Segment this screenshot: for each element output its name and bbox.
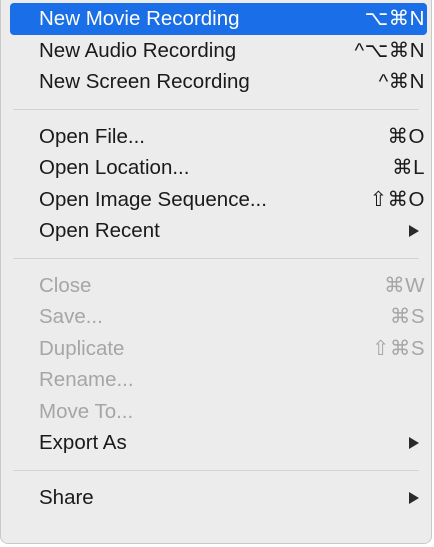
menu-group-share: Share [1,482,431,514]
menu-item-open-file[interactable]: Open File... ⌘O [1,121,431,153]
submenu-arrow-icon [409,491,419,504]
menu-item-label: Export As [39,431,127,454]
menu-item-save: Save... ⌘S [1,301,431,333]
menu-item-shortcut: ⌘W [384,273,425,297]
menu-item-shortcut: ⇧⌘O [369,187,425,211]
menu-separator [13,469,419,471]
submenu-arrow-icon [409,225,419,237]
menu-separator [13,257,419,259]
menu-item-share[interactable]: Share [1,482,431,514]
menu-item-shortcut: ⌘S [389,305,425,328]
menu-item-label: Rename... [39,368,134,391]
submenu-arrow-icon [409,437,419,449]
menu-group-new: New Movie Recording ⌥⌘N New Audio Record… [1,3,431,98]
menu-item-shortcut: ⌥⌘N [364,7,425,30]
menu-item-new-audio-recording[interactable]: New Audio Recording ^⌥⌘N [1,35,431,67]
menu-item-shortcut: ^⌘N [378,70,425,93]
menu-item-label: New Screen Recording [39,70,250,93]
menu-item-move-to: Move To... [1,396,431,428]
menu-item-new-movie-recording[interactable]: New Movie Recording ⌥⌘N [10,3,427,35]
menu-group-file-actions: Close ⌘W Save... ⌘S Duplicate ⇧⌘S Rename… [1,270,431,459]
menu-item-rename: Rename... [1,364,431,396]
menu-item-shortcut: ^⌥⌘N [354,38,425,62]
menu-item-label: Save... [39,305,103,328]
menu-item-open-image-sequence[interactable]: Open Image Sequence... ⇧⌘O [1,184,431,216]
menu-item-label: Share [39,485,94,509]
menu-item-export-as[interactable]: Export As [1,427,431,459]
menu-group-open: Open File... ⌘O Open Location... ⌘L Open… [1,121,431,247]
menu-item-shortcut: ⌘L [392,156,425,179]
file-menu: New Movie Recording ⌥⌘N New Audio Record… [0,0,432,544]
menu-item-label: Close [39,273,92,297]
menu-item-open-recent[interactable]: Open Recent [1,215,431,247]
menu-item-label: Open Location... [39,156,190,179]
menu-item-shortcut: ⌘O [387,124,425,148]
menu-separator [13,108,419,110]
menu-item-label: Duplicate [39,336,125,360]
menu-item-close: Close ⌘W [1,270,431,302]
menu-item-shortcut: ⇧⌘S [372,336,425,360]
menu-item-open-location[interactable]: Open Location... ⌘L [1,152,431,184]
menu-item-label: Open File... [39,124,145,148]
menu-item-label: Open Image Sequence... [39,187,267,211]
menu-item-duplicate: Duplicate ⇧⌘S [1,333,431,365]
menu-item-label: New Audio Recording [39,38,237,62]
menu-item-new-screen-recording[interactable]: New Screen Recording ^⌘N [1,66,431,98]
menu-item-label: Open Recent [39,219,160,242]
menu-item-label: New Movie Recording [39,7,240,30]
menu-item-label: Move To... [39,399,134,423]
